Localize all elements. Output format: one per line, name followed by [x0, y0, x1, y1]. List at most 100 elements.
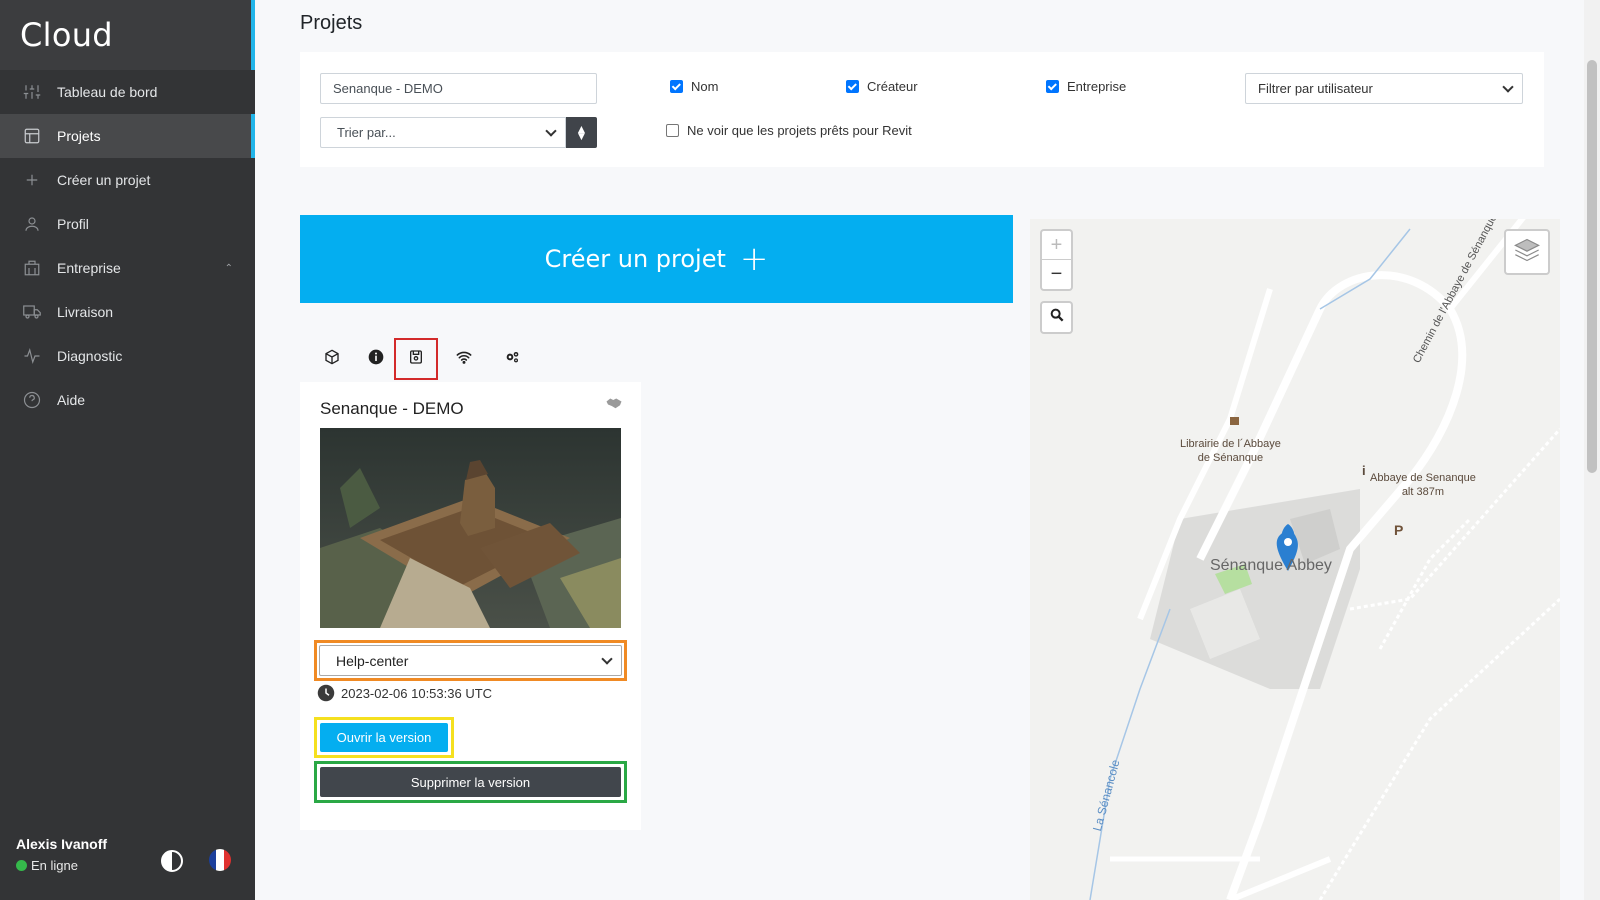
project-name: Senanque - DEMO — [320, 399, 464, 418]
layers-icon — [1513, 236, 1541, 269]
sidebar-footer: Alexis Ivanoff En ligne — [0, 822, 255, 900]
map-search-button[interactable] — [1040, 301, 1073, 334]
checkbox-label: Nom — [691, 79, 719, 94]
french-flag-icon[interactable] — [209, 849, 231, 871]
sidebar-item-label: Diagnostic — [57, 348, 123, 364]
version-date-text: 2023-02-06 10:53:36 UTC — [341, 685, 493, 701]
info-button[interactable] — [354, 338, 398, 380]
user-name: Alexis Ivanoff — [16, 836, 108, 852]
version-select-highlight: Help-center — [314, 640, 627, 681]
user-filter-select[interactable]: Filtrer par utilisateur — [1245, 73, 1523, 104]
search-input[interactable] — [320, 73, 597, 104]
checkbox-checked-icon[interactable] — [670, 80, 683, 93]
handshake-icon[interactable] — [605, 394, 623, 412]
sidebar-item-label: Entreprise — [57, 260, 121, 276]
checkbox-label: Créateur — [867, 79, 918, 94]
map-label-bookshop: Librairie de l´Abbaye de Sénanque — [1180, 437, 1281, 465]
revit-only-checkbox[interactable]: Ne voir que les projets prêts pour Revit — [666, 123, 912, 138]
plus-icon: + — [739, 239, 769, 279]
versions-button[interactable] — [394, 338, 438, 380]
sliders-icon — [23, 83, 41, 101]
create-project-button[interactable]: Créer un projet + — [300, 215, 1013, 303]
info-icon — [368, 349, 384, 370]
user-icon — [23, 215, 41, 233]
sidebar-item-diagnostic[interactable]: Diagnostic — [0, 334, 255, 378]
version-select-value: Help-center — [336, 652, 409, 669]
open-version-button[interactable]: Ouvrir la version — [320, 723, 448, 752]
save-icon — [408, 349, 424, 370]
activity-icon — [23, 347, 41, 365]
checkbox-label: Entreprise — [1067, 79, 1127, 94]
theme-toggle-icon[interactable] — [161, 850, 183, 872]
scrollbar-thumb[interactable] — [1587, 60, 1597, 473]
sidebar-item-create-project[interactable]: Créer un projet — [0, 158, 255, 202]
create-project-label: Créer un projet — [544, 245, 726, 273]
delete-version-highlight: Supprimer la version — [314, 761, 627, 803]
plus-icon — [23, 171, 41, 189]
sidebar-item-delivery[interactable]: Livraison — [0, 290, 255, 334]
map-parking-icon: P — [1394, 522, 1404, 538]
sidebar-item-company[interactable]: Entreprise ⌃ — [0, 246, 255, 290]
sort-arrows-icon: ▲ ▼ — [575, 121, 588, 143]
user-filter-value: Filtrer par utilisateur — [1258, 81, 1373, 96]
model-button[interactable] — [310, 338, 354, 380]
settings-button[interactable] — [490, 338, 534, 380]
sidebar-item-projects[interactable]: Projets — [0, 114, 255, 158]
checkbox-label: Ne voir que les projets prêts pour Revit — [687, 123, 912, 138]
chevron-down-icon — [1502, 81, 1514, 93]
creator-checkbox[interactable]: Créateur — [846, 79, 918, 94]
network-button[interactable] — [442, 338, 486, 380]
chevron-down-icon — [601, 653, 613, 665]
zoom-in-button[interactable]: + — [1042, 231, 1071, 260]
sidebar-item-label: Tableau de bord — [57, 84, 158, 100]
building-icon — [23, 259, 41, 277]
truck-icon — [23, 303, 41, 321]
wifi-icon — [456, 349, 472, 370]
sidebar-item-profile[interactable]: Profil — [0, 202, 255, 246]
user-status: En ligne — [16, 858, 239, 873]
chevron-down-icon — [545, 125, 557, 137]
sidebar-item-help[interactable]: Aide — [0, 378, 255, 422]
chevron-up-icon[interactable]: ⌃ — [225, 263, 233, 274]
project-card: Senanque - DEMO Help-center 2023-02-06 1 — [300, 382, 641, 830]
sort-direction-button[interactable]: ▲ ▼ — [566, 117, 597, 148]
page-title: Projets — [300, 12, 363, 34]
brand-logo[interactable]: Cloud — [20, 16, 113, 54]
layout-icon — [23, 127, 41, 145]
map-info-icon: i — [1362, 463, 1366, 478]
open-version-highlight: Ouvrir la version — [314, 717, 454, 758]
map-view[interactable]: + − Librairie de l´Abbaye de Sénanque i … — [1030, 219, 1560, 900]
sort-select[interactable]: Trier par... — [320, 117, 566, 148]
sidebar: Cloud Tableau de bord Projets Créer un p… — [0, 0, 255, 900]
name-checkbox[interactable]: Nom — [670, 79, 718, 94]
sort-select-value: Trier par... — [337, 125, 396, 140]
sidebar-nav: Tableau de bord Projets Créer un projet … — [0, 70, 255, 422]
help-circle-icon — [23, 391, 41, 409]
sidebar-header: Cloud — [0, 0, 255, 70]
search-icon — [1049, 307, 1065, 328]
delete-version-button[interactable]: Supprimer la version — [320, 767, 621, 797]
filter-panel: Trier par... ▲▼ Nom Créateur Entreprise … — [300, 52, 1544, 167]
map-zoom-control: + − — [1040, 229, 1073, 291]
map-label-line: Abbaye de Senanque — [1370, 472, 1476, 484]
project-thumbnail[interactable] — [320, 428, 621, 628]
cube-icon — [324, 349, 340, 370]
gears-icon — [504, 349, 520, 370]
map-label-line: Librairie de l´Abbaye — [1180, 438, 1281, 450]
sidebar-item-label: Projets — [57, 128, 101, 144]
page-scrollbar[interactable] — [1584, 0, 1600, 900]
checkbox-checked-icon[interactable] — [846, 80, 859, 93]
checkbox-checked-icon[interactable] — [1046, 80, 1059, 93]
version-select[interactable]: Help-center — [319, 645, 622, 676]
map-label-abbey: Abbaye de Senanque alt 387m — [1370, 471, 1476, 499]
version-date: 2023-02-06 10:53:36 UTC — [317, 684, 492, 702]
map-layers-button[interactable] — [1504, 229, 1550, 275]
project-toolbar — [310, 338, 530, 380]
sidebar-item-label: Livraison — [57, 304, 114, 320]
company-checkbox[interactable]: Entreprise — [1046, 79, 1126, 94]
zoom-out-button[interactable]: − — [1042, 260, 1071, 289]
clock-icon — [317, 684, 335, 702]
map-label-line: de Sénanque — [1197, 452, 1264, 464]
checkbox-unchecked-icon[interactable] — [666, 124, 679, 137]
sidebar-item-dashboard[interactable]: Tableau de bord — [0, 70, 255, 114]
